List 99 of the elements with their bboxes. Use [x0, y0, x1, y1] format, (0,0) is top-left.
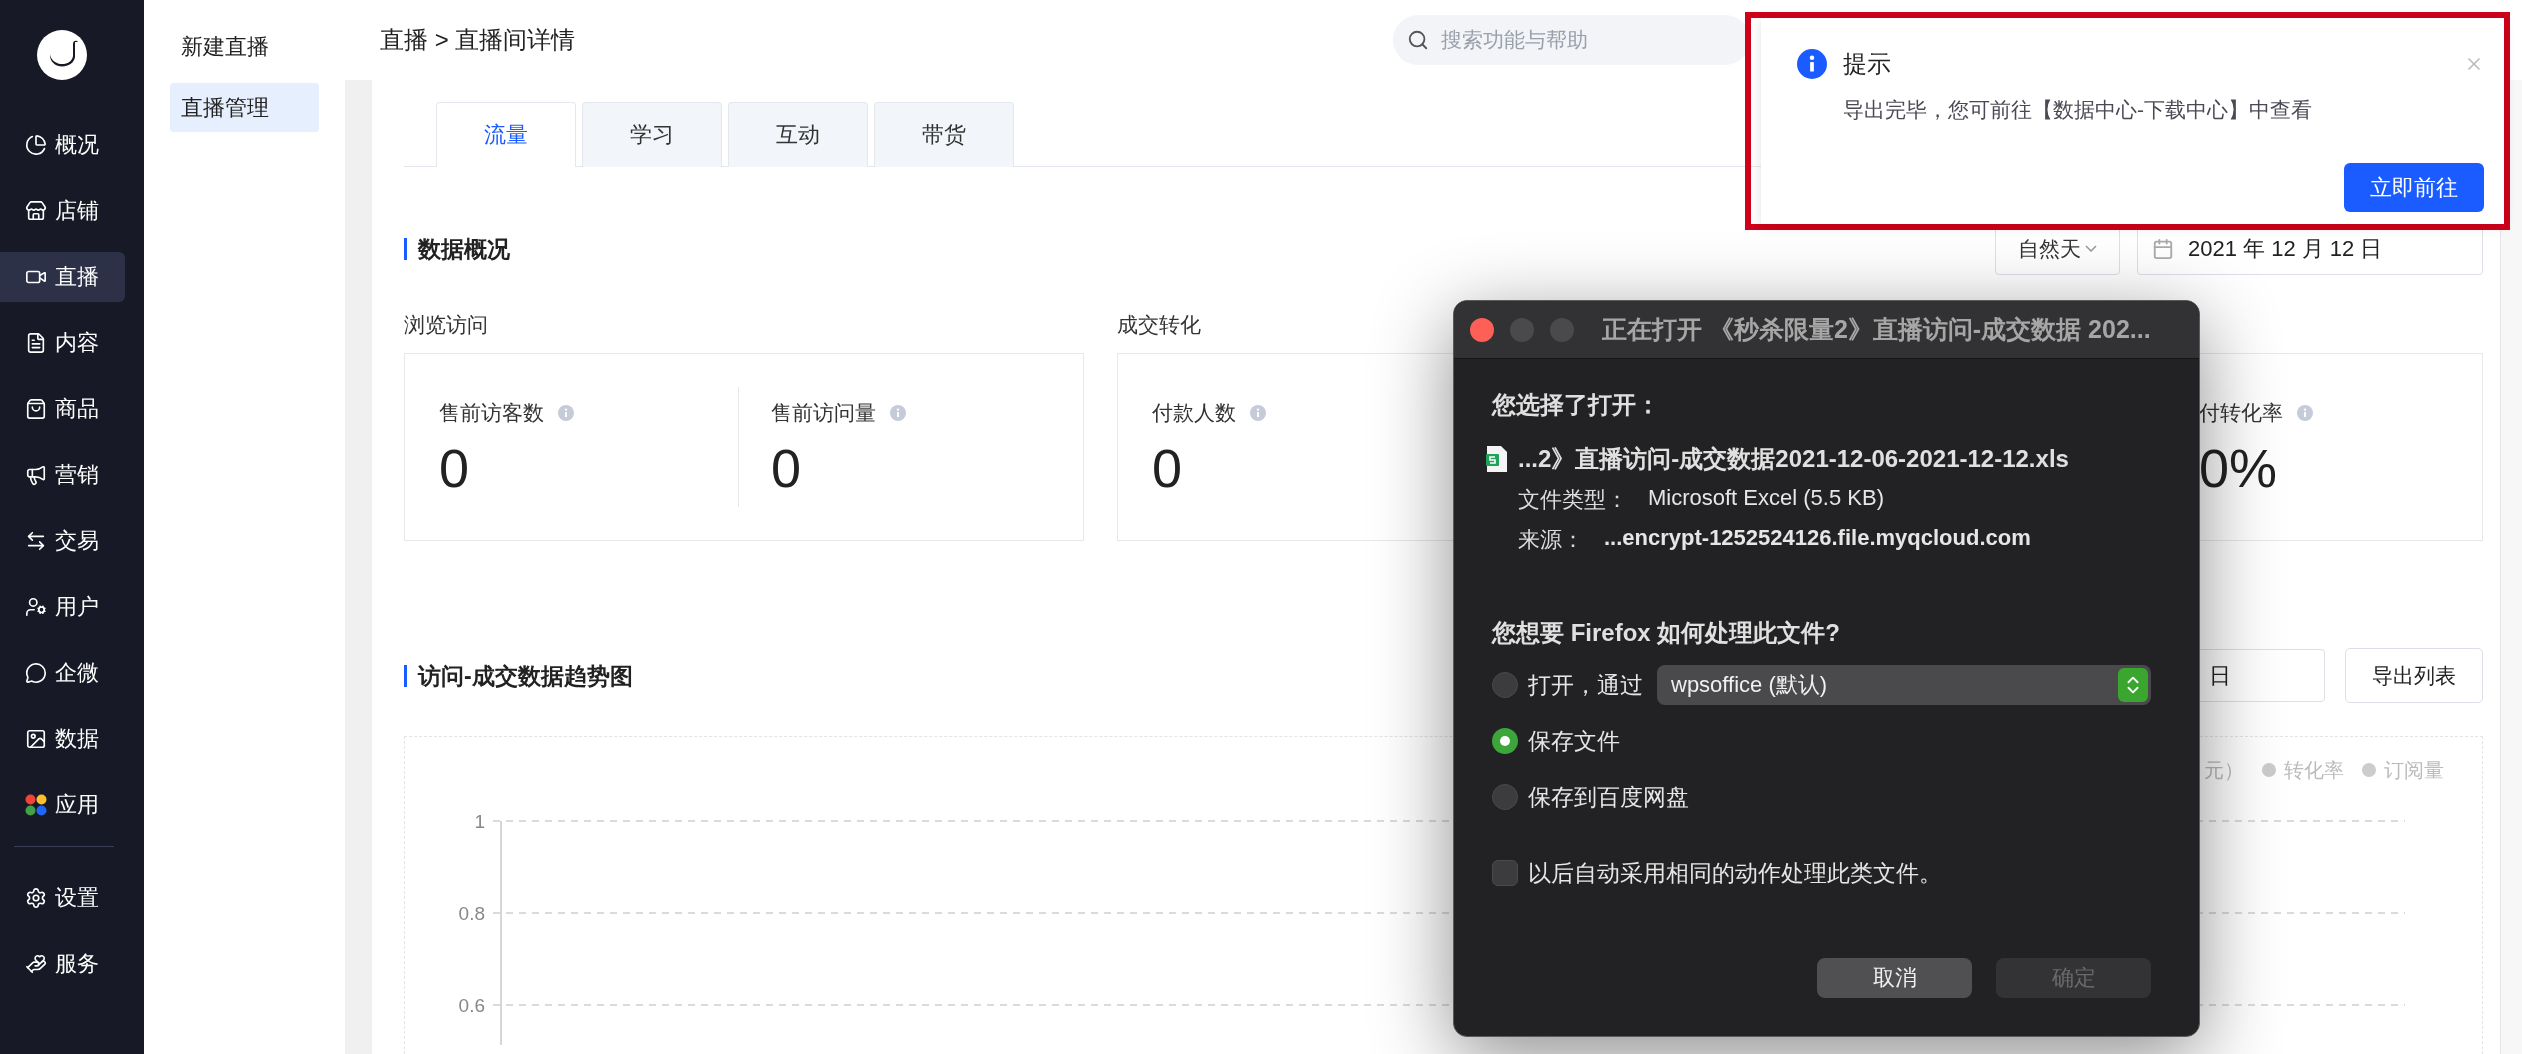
- info-icon: [2297, 405, 2313, 421]
- metric-value: 0: [439, 441, 471, 495]
- nav-item[interactable]: 用户: [0, 582, 125, 632]
- nav-label: 店铺: [55, 197, 99, 225]
- nav-item[interactable]: 服务: [0, 939, 125, 989]
- nav-label: 设置: [55, 884, 99, 912]
- option-label[interactable]: 打开，通过: [1528, 669, 1643, 701]
- calendar-icon: [2152, 237, 2174, 260]
- dialog-heading: 您选择了打开：: [1492, 390, 1661, 420]
- export-button[interactable]: 导出列表: [2345, 648, 2483, 703]
- tab[interactable]: 流量: [436, 102, 576, 167]
- group-title: 成交转化: [1117, 312, 1201, 338]
- detail-value: Microsoft Excel (5.5 KB): [1648, 485, 1884, 512]
- nav-item[interactable]: 商品: [0, 384, 125, 434]
- app-grid-icon: [25, 794, 47, 816]
- metric-label: 售前访问量: [771, 400, 876, 426]
- window-dot-icon: [1510, 317, 1534, 342]
- arrows-icon: [25, 530, 47, 552]
- nav-item[interactable]: 概况: [0, 120, 125, 170]
- nav-label: 营销: [55, 461, 99, 489]
- info-icon: [558, 405, 574, 421]
- bag-icon: [25, 398, 47, 420]
- nav-item[interactable]: 直播: [0, 252, 125, 302]
- metric-label: 售前访客数: [439, 400, 544, 426]
- submenu-item[interactable]: 直播管理: [170, 83, 319, 132]
- info-icon: [1797, 49, 1827, 79]
- submenu-item[interactable]: 新建直播: [170, 22, 319, 71]
- section-title: 访问-成交数据趋势图: [404, 664, 633, 687]
- go-button[interactable]: 立即前往: [2344, 163, 2484, 212]
- info-icon: [890, 405, 906, 421]
- notification-title: 提示: [1843, 49, 1891, 79]
- dialog-question: 您想要 Firefox 如何处理此文件?: [1492, 618, 1841, 648]
- info-icon: [1250, 405, 1266, 421]
- chat-bubble-icon: [25, 662, 47, 684]
- legend-item: 转化率: [2262, 756, 2344, 784]
- nav-label: 内容: [55, 329, 99, 357]
- breadcrumb: 直播 > 直播间详情: [380, 25, 576, 55]
- radio-button[interactable]: [1492, 784, 1518, 810]
- app-dropdown[interactable]: wpsoffice (默认): [1657, 665, 2151, 705]
- nav-item[interactable]: 设置: [0, 873, 125, 923]
- nav-label: 交易: [55, 527, 99, 555]
- tab[interactable]: 学习: [582, 102, 722, 167]
- user-gear-icon: [25, 596, 47, 618]
- option-label[interactable]: 保存到百度网盘: [1528, 781, 1689, 813]
- metric-label: 付款人数: [1152, 400, 1236, 426]
- metric-value: 0: [1152, 441, 1184, 495]
- search-icon: [1407, 29, 1429, 51]
- close-dot-icon[interactable]: [1470, 317, 1494, 342]
- detail-value: ...encrypt-1252524126.file.myqcloud.com: [1604, 525, 2031, 552]
- group-title: 浏览访问: [404, 312, 488, 338]
- dialog-button[interactable]: 取消: [1817, 958, 1972, 998]
- nav-label: 商品: [55, 395, 99, 423]
- chevron-down-icon: [2085, 245, 2097, 252]
- pie-chart-icon: [25, 134, 47, 156]
- image-icon: [25, 728, 47, 750]
- nav-label: 用户: [55, 593, 99, 621]
- legend-item: 订阅量: [2362, 756, 2444, 784]
- store-icon: [25, 200, 47, 222]
- y-tick-label: 0.8: [458, 903, 485, 924]
- metric-value: 0: [771, 441, 803, 495]
- legend-label: 元）: [2204, 757, 2244, 783]
- option-label[interactable]: 保存文件: [1528, 725, 1620, 757]
- nav-label: 概况: [55, 131, 99, 159]
- radio-button[interactable]: [1492, 728, 1518, 754]
- detail-label: 文件类型：: [1518, 486, 1628, 514]
- nav-item[interactable]: 店铺: [0, 186, 125, 236]
- nav-item[interactable]: 应用: [0, 780, 125, 830]
- nav-item[interactable]: 内容: [0, 318, 125, 368]
- tab[interactable]: 带货: [874, 102, 1014, 167]
- section-title: 数据概况: [404, 237, 510, 260]
- tab[interactable]: 互动: [728, 102, 868, 167]
- nav-label: 应用: [55, 791, 99, 819]
- megaphone-icon: [25, 464, 47, 486]
- nav-item[interactable]: 企微: [0, 648, 125, 698]
- nav-label: 服务: [55, 950, 99, 978]
- hand-icon: [25, 953, 47, 975]
- detail-label: 来源：: [1518, 526, 1584, 554]
- nav-item[interactable]: 营销: [0, 450, 125, 500]
- nav-label: 数据: [55, 725, 99, 753]
- nav-item[interactable]: 数据: [0, 714, 125, 764]
- metric-value: 0%: [2199, 441, 2279, 495]
- y-tick-label: 1: [474, 811, 485, 832]
- document-icon: [25, 332, 47, 354]
- window-dot-icon: [1550, 317, 1574, 342]
- notification-message: 导出完毕，您可前往【数据中心-下载中心】中查看: [1843, 97, 2313, 123]
- nav-item[interactable]: 交易: [0, 516, 125, 566]
- spreadsheet-file-icon: [1486, 445, 1508, 473]
- nav-label: 直播: [55, 263, 99, 291]
- checkbox-label[interactable]: 以后自动采用相同的动作处理此类文件。: [1528, 857, 1942, 889]
- y-tick-label: 0.6: [458, 995, 485, 1016]
- dialog-title: 正在打开 《秒杀限量2》直播访问-成交数据 202...: [1602, 314, 2151, 345]
- radio-button[interactable]: [1492, 672, 1518, 698]
- checkbox[interactable]: [1492, 860, 1518, 886]
- search-field[interactable]: 搜索功能与帮助: [1439, 27, 1750, 53]
- settings-icon: [25, 887, 47, 909]
- nav-label: 企微: [55, 659, 99, 687]
- file-name: ...2》直播访问-成交数据2021-12-06-2021-12-12.xls: [1518, 444, 2069, 474]
- logo-icon: [37, 30, 87, 80]
- metric-label: 付转化率: [2199, 400, 2283, 426]
